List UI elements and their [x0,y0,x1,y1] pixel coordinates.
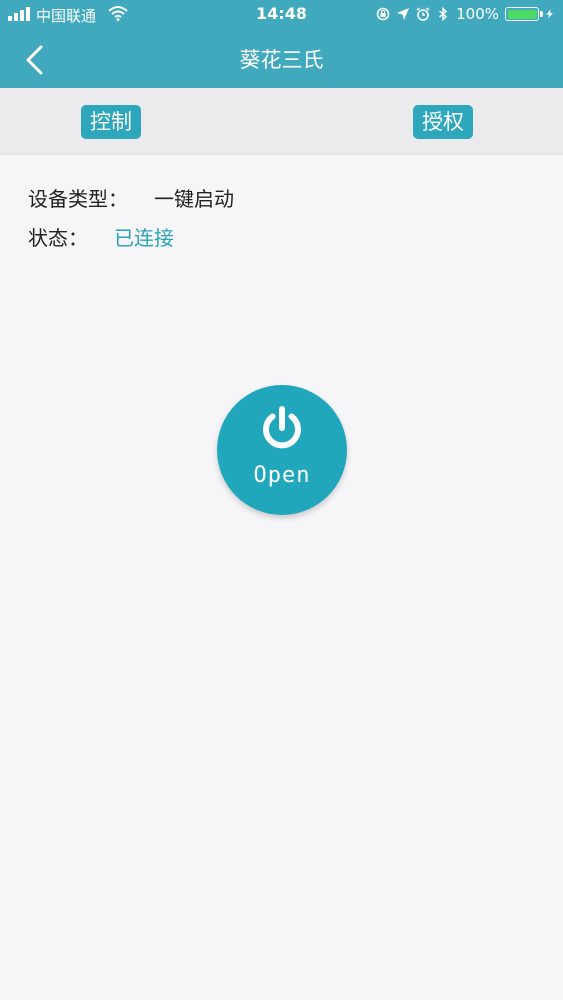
page-title: 葵花三氏 [239,48,324,72]
battery-level-fill [507,9,537,19]
power-icon [263,406,301,449]
status-label: 状态： [28,226,88,250]
battery-tip [540,11,543,17]
alarm-clock-icon [416,7,430,21]
open-label: Open [253,463,311,488]
status-bar: 中国联通 14:48 100% [0,0,563,30]
device-type-value: 一键启动 [154,187,234,211]
status-icons: 100% [376,4,555,24]
battery-percentage: 100% [456,5,499,23]
tab-control[interactable]: 控制 [81,105,141,139]
battery-icon [505,7,543,21]
device-type-label: 设备类型： [28,187,128,211]
app-header: 中国联通 14:48 100% 葵花三氏 [0,0,563,88]
location-arrow-icon [397,8,410,20]
navigation-bar: 葵花三氏 [0,30,563,88]
status-value: 已连接 [114,226,174,250]
device-type-row: 设备类型： 一键启动 [28,183,234,212]
open-power-button[interactable]: Open [217,385,347,515]
tab-authorize[interactable]: 授权 [413,105,473,139]
tab-bar: 控制 授权 [0,88,563,155]
status-row: 状态： 已连接 [28,222,174,251]
charging-bolt-icon [546,9,553,19]
bluetooth-icon [439,7,448,21]
rotation-lock-icon [376,7,390,21]
